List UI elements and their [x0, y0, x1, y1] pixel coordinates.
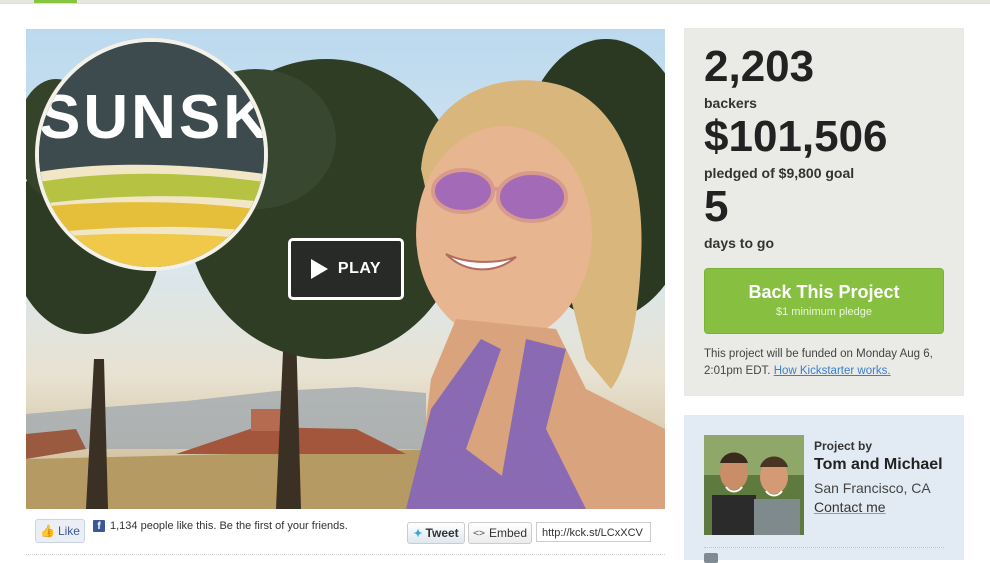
creator-name[interactable]: Tom and Michael — [814, 456, 943, 474]
funding-note: This project will be funded on Monday Au… — [704, 346, 949, 380]
contact-me-link[interactable]: Contact me — [814, 499, 886, 515]
project-by-label: Project by — [814, 439, 873, 453]
days-label: days to go — [704, 235, 775, 251]
sunski-logo: SUNSKI — [39, 42, 264, 267]
embed-label: Embed — [489, 526, 528, 540]
creator-photo[interactable] — [704, 435, 804, 535]
facebook-icon: f — [93, 520, 105, 532]
pledged-label: pledged of $9,800 goal — [704, 165, 855, 181]
short-url-field[interactable]: http://kck.st/LCxXCV — [536, 522, 651, 542]
pledged-amount: $101,506 — [704, 112, 888, 161]
how-kickstarter-works-link[interactable]: How Kickstarter works. — [774, 365, 891, 377]
tweet-button[interactable]: ✦ Tweet — [407, 522, 465, 544]
top-bar-divider — [0, 3, 990, 4]
thumbs-up-icon: 👍 — [40, 524, 55, 538]
back-button-subtitle: $1 minimum pledge — [776, 306, 872, 318]
tweet-label: Tweet — [425, 526, 459, 540]
logo-stripes — [39, 42, 264, 267]
logo-text: SUNSKI — [39, 83, 264, 152]
days-count: 5 — [704, 182, 729, 231]
project-stats-panel: 2,203 backers $101,506 pledged of $9,800… — [684, 28, 964, 396]
embed-button[interactable]: <> Embed — [468, 522, 532, 544]
backers-count: 2,203 — [704, 42, 815, 91]
next-section-icon — [704, 553, 718, 563]
creator-photo-image — [704, 435, 804, 535]
back-button-title: Back This Project — [748, 282, 900, 302]
share-bar: 👍 Like f 1,134 people like this. Be the … — [26, 514, 665, 555]
creator-location: San Francisco, CA — [814, 480, 931, 496]
code-icon: <> — [472, 527, 485, 539]
backers-label: backers — [704, 95, 757, 111]
creator-panel: Project by Tom and Michael San Francisco… — [684, 415, 964, 563]
project-video[interactable]: SUNSKI PLAY — [26, 29, 665, 509]
facebook-like-count: 1,134 people like this. Be the first of … — [110, 520, 348, 532]
back-this-project-button[interactable]: Back This Project $1 minimum pledge — [704, 268, 944, 334]
like-label: Like — [57, 524, 80, 538]
play-label: PLAY — [337, 260, 382, 277]
play-icon — [310, 259, 328, 279]
play-button[interactable]: PLAY — [288, 238, 404, 300]
twitter-bird-icon: ✦ — [413, 527, 423, 540]
facebook-like-button[interactable]: 👍 Like — [35, 519, 85, 543]
creator-divider — [704, 547, 944, 549]
